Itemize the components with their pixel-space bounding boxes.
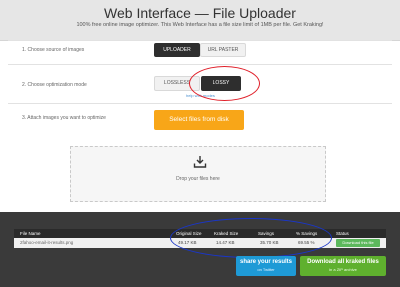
cell-file-name: 2fahoo-email-it-results.png (20, 240, 74, 245)
divider (8, 103, 392, 104)
download-tray-icon (193, 156, 207, 168)
drop-zone-text: Drop your files here (176, 176, 220, 182)
red-annotation-ellipse (189, 66, 260, 101)
step-mode-label: 2. Choose optimization mode (22, 82, 87, 88)
share-sub-label: on Twitter (257, 267, 275, 272)
share-main-label: share your results (239, 259, 293, 265)
download-all-main-label: Download all kraked files (307, 259, 379, 265)
page-title: Web Interface — File Uploader (104, 5, 296, 21)
uploader-tab[interactable]: UPLOADER (154, 43, 200, 57)
step-source-label: 1. Choose source of images (22, 47, 85, 53)
page-subtitle: 100% free online image optimizer. This W… (76, 22, 324, 28)
blue-annotation-ellipse (170, 218, 332, 258)
divider (8, 40, 392, 41)
url-paster-tab[interactable]: URL PASTER (200, 43, 246, 57)
select-files-button[interactable]: Select files from disk (154, 110, 244, 130)
download-file-button[interactable]: Download this file (336, 239, 380, 247)
download-all-sub-label: in a ZIP archive (329, 267, 357, 272)
divider (8, 64, 392, 65)
step-attach-label: 3. Attach images you want to optimize (22, 115, 106, 121)
col-status: Status (336, 231, 349, 236)
col-file-name: File Name (20, 231, 41, 236)
